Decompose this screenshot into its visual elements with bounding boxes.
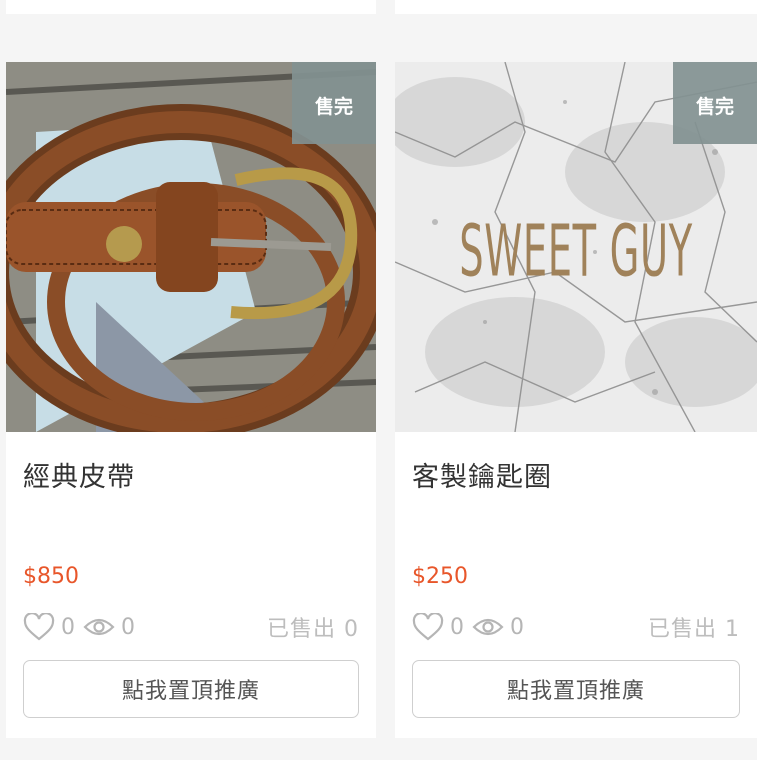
sold-out-badge: 售完 bbox=[673, 62, 757, 144]
heart-icon[interactable] bbox=[23, 613, 55, 641]
product-stats: 0 0 已售出 0 bbox=[23, 612, 359, 642]
view-count: 0 bbox=[121, 614, 135, 640]
image-brand-text: SWEET GUY bbox=[459, 210, 693, 293]
previous-card-bottom bbox=[6, 0, 376, 14]
like-count: 0 bbox=[61, 614, 75, 640]
sold-count: 已售出 0 bbox=[267, 617, 359, 642]
eye-icon bbox=[83, 616, 115, 638]
product-image[interactable]: SWEET GUY 售完 bbox=[395, 62, 757, 432]
eye-icon bbox=[472, 616, 504, 638]
view-count: 0 bbox=[510, 614, 524, 640]
product-image[interactable]: 售完 bbox=[6, 62, 376, 432]
sold-count: 已售出 1 bbox=[648, 617, 740, 642]
promote-button[interactable]: 點我置頂推廣 bbox=[412, 660, 740, 718]
previous-card-bottom bbox=[395, 0, 757, 14]
product-card[interactable]: SWEET GUY 售完 客製鑰匙圈 $250 0 0 已售出 1 點我置頂推廣 bbox=[395, 62, 757, 738]
product-price: $850 bbox=[23, 564, 79, 589]
like-count: 0 bbox=[450, 614, 464, 640]
product-title[interactable]: 客製鑰匙圈 bbox=[412, 455, 552, 494]
heart-icon[interactable] bbox=[412, 613, 444, 641]
promote-button[interactable]: 點我置頂推廣 bbox=[23, 660, 359, 718]
sold-out-badge: 售完 bbox=[292, 62, 376, 144]
product-title[interactable]: 經典皮帶 bbox=[23, 455, 135, 494]
product-card[interactable]: 售完 經典皮帶 $850 0 0 已售出 0 點我置頂推廣 bbox=[6, 62, 376, 738]
product-stats: 0 0 已售出 1 bbox=[412, 612, 740, 642]
product-price: $250 bbox=[412, 564, 468, 589]
